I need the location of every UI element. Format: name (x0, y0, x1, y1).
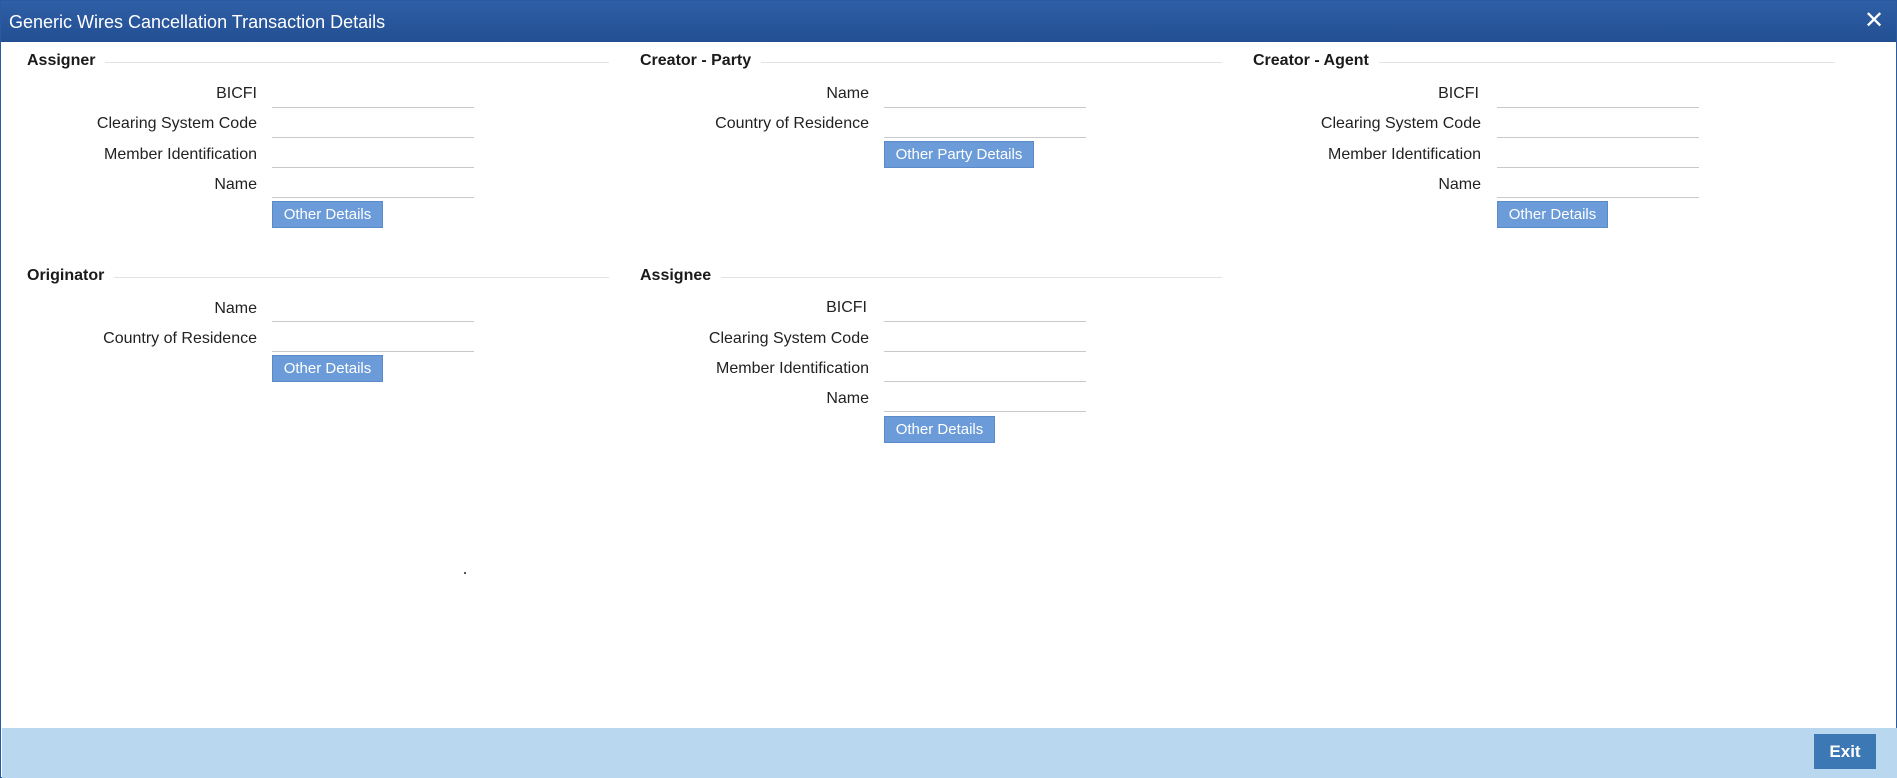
window-title: Generic Wires Cancellation Transaction D… (9, 12, 386, 32)
creator-agent-member-identification-label: Member Identification (1328, 146, 1481, 163)
section-divider (640, 277, 1222, 278)
assignee-name-label: Name (826, 390, 869, 407)
creator-agent-name-label: Name (1438, 176, 1481, 193)
originator-other-details-button[interactable]: Other Details (272, 355, 383, 382)
assigner-bicfi-label: BICFI (216, 85, 257, 102)
assignee-name-input[interactable] (884, 389, 1086, 412)
creator-party-other-party-details-button[interactable]: Other Party Details (884, 141, 1034, 168)
originator-name-label: Name (214, 300, 257, 317)
section-assigner: Assigner (27, 52, 609, 72)
creator-agent-other-details-button[interactable]: Other Details (1497, 201, 1608, 228)
creator-party-country-label: Country of Residence (715, 115, 869, 132)
section-creator-agent: Creator - Agent (1253, 52, 1835, 72)
creator-agent-name-input[interactable] (1497, 175, 1699, 198)
assigner-member-identification-label: Member Identification (104, 146, 257, 163)
title-bar: Generic Wires Cancellation Transaction D… (1, 1, 1896, 42)
assigner-bicfi-input[interactable] (272, 85, 474, 108)
assigner-clearing-system-code-label: Clearing System Code (96, 115, 257, 132)
footer-bar (2, 728, 1897, 778)
originator-name-input[interactable] (272, 299, 474, 322)
close-icon[interactable]: ✕ (1862, 9, 1886, 33)
assignee-member-identification-input[interactable] (884, 359, 1086, 382)
section-creator-party: Creator - Party (640, 52, 1222, 72)
section-title-assigner: Assigner (27, 52, 106, 70)
creator-agent-bicfi-label: BICFI (1438, 85, 1479, 102)
section-title-creator-agent: Creator - Agent (1253, 52, 1379, 70)
dialog-window: Generic Wires Cancellation Transaction D… (0, 0, 1897, 778)
section-title-assignee: Assignee (640, 267, 722, 285)
assigner-clearing-system-code-input[interactable] (272, 115, 474, 138)
assignee-other-details-button[interactable]: Other Details (884, 416, 995, 443)
creator-party-name-label: Name (826, 85, 869, 102)
originator-country-label: Country of Residence (103, 330, 257, 347)
creator-agent-clearing-system-code-input[interactable] (1497, 115, 1699, 138)
stray-dot (464, 572, 466, 574)
section-originator: Originator (27, 267, 609, 287)
originator-country-input[interactable] (272, 329, 474, 352)
exit-button[interactable]: Exit (1814, 734, 1876, 769)
assigner-member-identification-input[interactable] (272, 145, 474, 168)
assignee-clearing-system-code-input[interactable] (884, 329, 1086, 352)
creator-agent-member-identification-input[interactable] (1497, 145, 1699, 168)
section-title-creator-party: Creator - Party (640, 52, 762, 70)
assignee-bicfi-input[interactable] (884, 299, 1086, 322)
creator-party-country-input[interactable] (884, 115, 1086, 138)
creator-party-name-input[interactable] (884, 85, 1086, 108)
creator-agent-bicfi-input[interactable] (1497, 85, 1699, 108)
assigner-name-label: Name (214, 176, 257, 193)
assigner-name-input[interactable] (272, 175, 474, 198)
assigner-other-details-button[interactable]: Other Details (272, 201, 383, 228)
assignee-member-identification-label: Member Identification (716, 360, 869, 377)
section-assignee: Assignee (640, 267, 1222, 287)
assignee-clearing-system-code-label: Clearing System Code (708, 330, 869, 347)
section-divider (27, 62, 609, 63)
assignee-bicfi-label: BICFI (826, 299, 867, 316)
section-title-originator: Originator (27, 267, 115, 285)
creator-agent-clearing-system-code-label: Clearing System Code (1320, 115, 1481, 132)
